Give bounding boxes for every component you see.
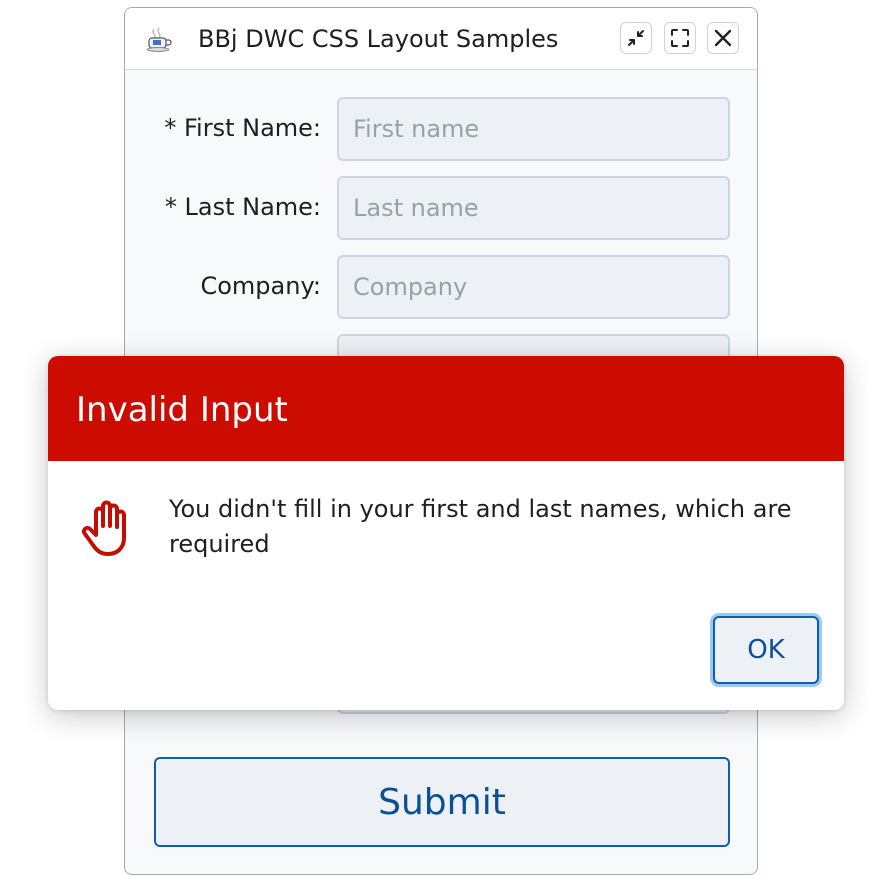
window-title: BBj DWC CSS Layout Samples [198,25,559,53]
stop-hand-icon [82,500,126,556]
last-name-input[interactable] [337,176,730,240]
fullscreen-icon [671,29,689,47]
dialog-message: You didn't fill in your first and last n… [169,495,792,558]
dialog-header: Invalid Input [48,356,844,461]
submit-button[interactable]: Submit [154,757,730,847]
ok-button[interactable]: OK [713,616,819,684]
company-label: Company: [200,272,321,300]
first-name-label: * First Name: [164,114,321,142]
coffee-cup-icon [146,27,172,52]
first-name-row: * First Name: [125,97,757,161]
fullscreen-button[interactable] [664,22,696,54]
close-icon [714,29,732,47]
dialog-title: Invalid Input [76,390,288,430]
company-row: Company: [125,255,757,319]
minimize-button[interactable] [620,22,652,54]
first-name-input[interactable] [337,97,730,161]
close-button[interactable] [707,22,739,54]
last-name-row: * Last Name: [125,176,757,240]
invalid-input-dialog: Invalid Input You didn't fill in your fi… [48,356,844,710]
window-titlebar: BBj DWC CSS Layout Samples [125,8,757,70]
company-input[interactable] [337,255,730,319]
last-name-label: * Last Name: [164,193,321,221]
minimize-icon [628,30,644,46]
